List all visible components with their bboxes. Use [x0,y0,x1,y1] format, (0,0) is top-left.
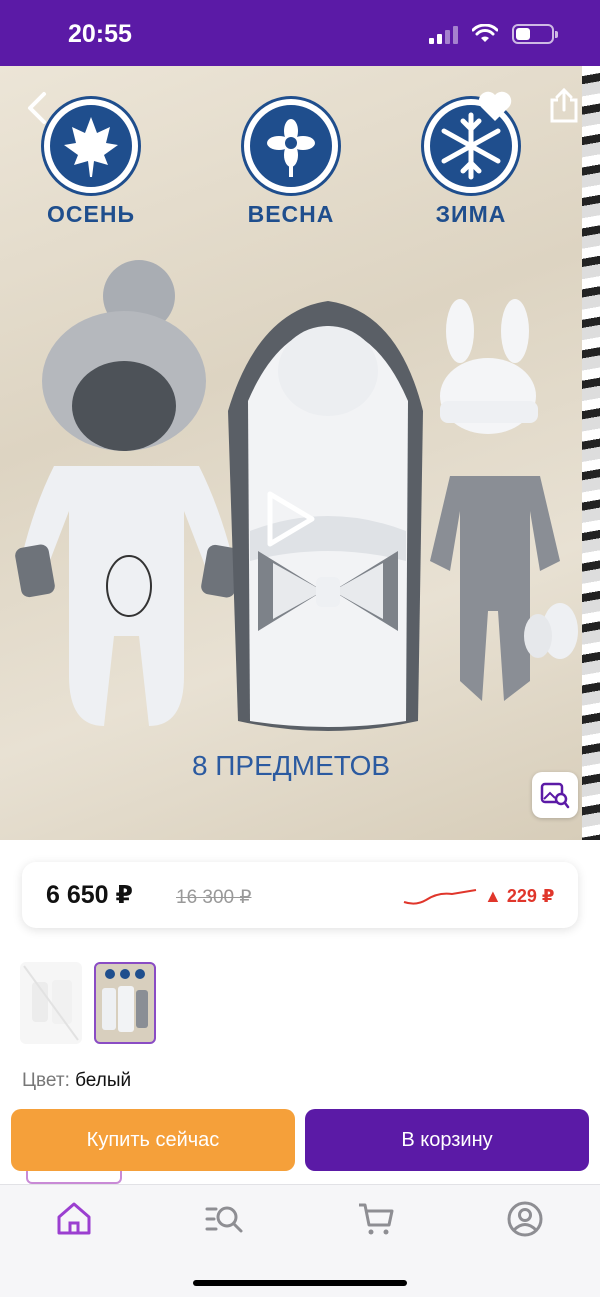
catalog-search-icon [205,1206,243,1233]
back-button[interactable] [22,88,52,128]
status-icons [429,24,558,44]
price-change: ▲ 229 ₽ [484,886,555,906]
tab-cart[interactable] [356,1199,396,1239]
action-bar: Купить сейчас В корзину [0,1106,600,1180]
color-variant-thumbnail-selected[interactable] [94,962,156,1044]
season-label: ОСЕНЬ [47,201,135,227]
color-label: Цвет: [22,1070,70,1091]
share-icon [550,87,578,123]
cart-icon [359,1203,394,1235]
play-video-button[interactable] [260,486,320,552]
wifi-icon [472,24,498,42]
play-icon [267,491,315,547]
bunny-hat-romper [430,299,578,701]
tab-home[interactable] [54,1199,94,1239]
color-value: белый [75,1070,132,1091]
buy-now-button[interactable]: Купить сейчас [11,1109,295,1171]
image-search-icon [540,782,570,809]
chevron-left-icon [28,92,46,124]
current-price: 6 650 ₽ [46,881,133,909]
season-autumn: ОСЕНЬ [44,99,138,228]
price-card[interactable]: 6 650 ₽ 16 300 ₽ ▲ 229 ₽ [22,862,578,928]
maple-leaf-icon [44,99,138,193]
image-search-button[interactable] [532,772,578,818]
cellular-signal-icon [429,24,458,44]
color-variant-thumbnail[interactable] [20,962,82,1044]
add-to-cart-button[interactable]: В корзину [305,1109,589,1171]
old-price: 16 300 ₽ [176,887,252,908]
profile-icon [507,1201,543,1237]
swaddle-envelope [228,301,423,731]
heart-icon [478,91,512,121]
favorite-button[interactable] [476,88,514,124]
product-photo[interactable]: ОСЕНЬ ВЕСНА ЗИМА 8 ПРЕДМЕТОВ [0,66,582,840]
status-bar: 20:55 [0,0,600,66]
product-gallery[interactable]: ОСЕНЬ ВЕСНА ЗИМА 8 ПРЕДМЕТОВ [0,66,600,840]
tab-catalog-search[interactable] [204,1199,244,1239]
home-indicator [193,1280,407,1286]
home-icon [57,1202,91,1235]
season-label: ВЕСНА [247,201,335,227]
photo-caption: 8 ПРЕДМЕТОВ [191,750,391,781]
season-label: ЗИМА [435,201,507,227]
tab-profile[interactable] [505,1199,545,1239]
battery-icon [512,24,558,44]
season-spring: ВЕСНА [244,99,338,228]
share-button[interactable] [548,87,580,124]
status-time: 20:55 [68,20,132,48]
fur-hood-jumpsuit [15,260,241,726]
color-row: Цвет: белый [22,1070,131,1092]
price-trend-icon [403,889,477,905]
next-photo-preview[interactable] [582,66,600,840]
flower-icon [244,99,338,193]
